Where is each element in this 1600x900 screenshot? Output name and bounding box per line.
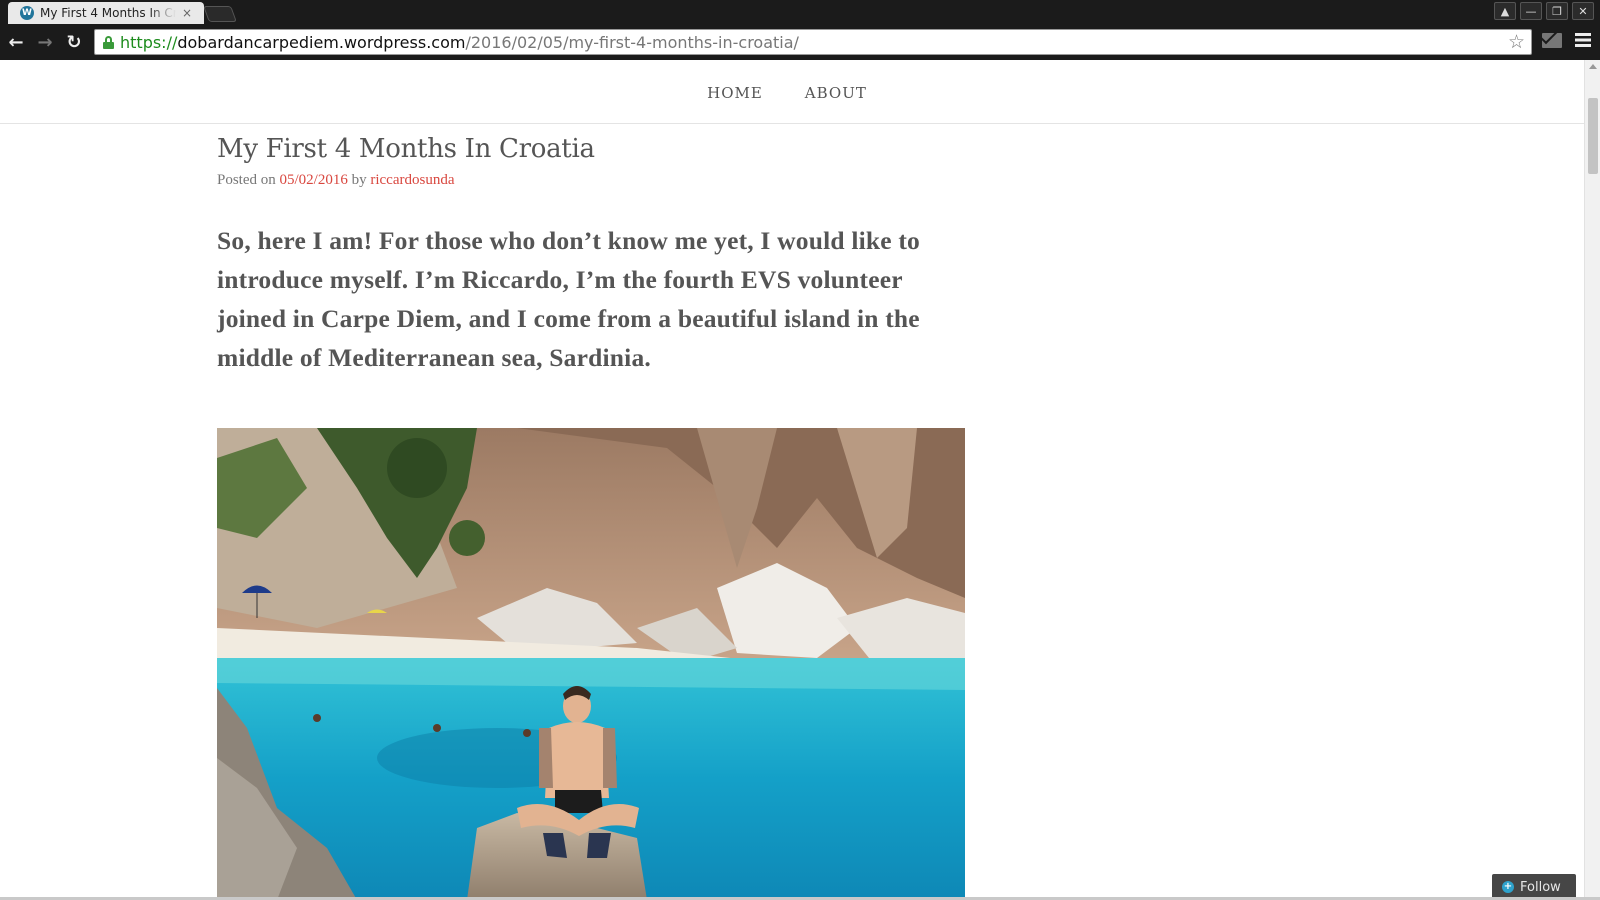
url-path: /2016/02/05/my-first-4-months-in-croatia… <box>465 32 799 52</box>
author-link[interactable]: riccardosunda <box>370 172 454 188</box>
mail-icon[interactable] <box>1542 33 1562 48</box>
lock-icon <box>103 35 114 49</box>
profile-icon[interactable]: ▲ <box>1494 2 1516 20</box>
page-viewport: HOME ABOUT My First 4 Months In Croatia … <box>0 60 1584 900</box>
reload-icon[interactable]: ↻ <box>62 30 86 54</box>
wordpress-favicon-icon: W <box>20 6 34 20</box>
menu-icon[interactable] <box>1575 33 1591 47</box>
tab-close-icon[interactable]: × <box>182 6 192 20</box>
post-article: My First 4 Months In Croatia Posted on 0… <box>217 134 967 377</box>
browser-tab[interactable]: W My First 4 Months In Croatia × <box>8 2 204 24</box>
scroll-up-arrow-icon[interactable] <box>1589 64 1597 69</box>
nav-item-about[interactable]: ABOUT <box>805 84 867 102</box>
restore-icon[interactable]: ❐ <box>1546 2 1568 20</box>
plus-icon: + <box>1502 881 1514 893</box>
url-scheme: https:// <box>120 32 178 52</box>
back-arrow-icon[interactable]: ← <box>4 30 28 54</box>
post-photo <box>217 428 965 900</box>
close-window-icon[interactable]: ✕ <box>1572 2 1594 20</box>
browser-toolbar: ← → ↻ https://dobardancarpediem.wordpres… <box>0 24 1600 60</box>
post-meta: Posted on 05/02/2016 by riccardosunda <box>217 172 967 189</box>
site-navigation: HOME ABOUT <box>0 60 1584 124</box>
follow-label: Follow <box>1520 879 1561 895</box>
new-tab-button[interactable] <box>203 6 237 22</box>
nav-item-home[interactable]: HOME <box>707 84 763 102</box>
post-lead-paragraph: So, here I am! For those who don’t know … <box>217 226 921 373</box>
url-host: dobardancarpediem.wordpress.com <box>177 32 466 52</box>
forward-arrow-icon[interactable]: → <box>33 30 57 54</box>
tab-title: My First 4 Months In Croatia <box>40 6 176 20</box>
address-bar[interactable]: https://dobardancarpediem.wordpress.com /… <box>94 29 1532 55</box>
posted-on-label: Posted on <box>217 172 276 189</box>
post-date-link[interactable]: 05/02/2016 <box>280 172 348 188</box>
browser-titlebar: W My First 4 Months In Croatia × ▲ — ❐ ✕ <box>0 0 1600 24</box>
scroll-thumb[interactable] <box>1588 98 1598 174</box>
window-controls: ▲ — ❐ ✕ <box>1494 2 1594 20</box>
page-scrollbar[interactable] <box>1584 60 1600 900</box>
post-title: My First 4 Months In Croatia <box>217 134 595 164</box>
bookmark-star-icon[interactable]: ☆ <box>1508 31 1525 53</box>
by-label: by <box>351 172 367 189</box>
minimize-icon[interactable]: — <box>1520 2 1542 20</box>
